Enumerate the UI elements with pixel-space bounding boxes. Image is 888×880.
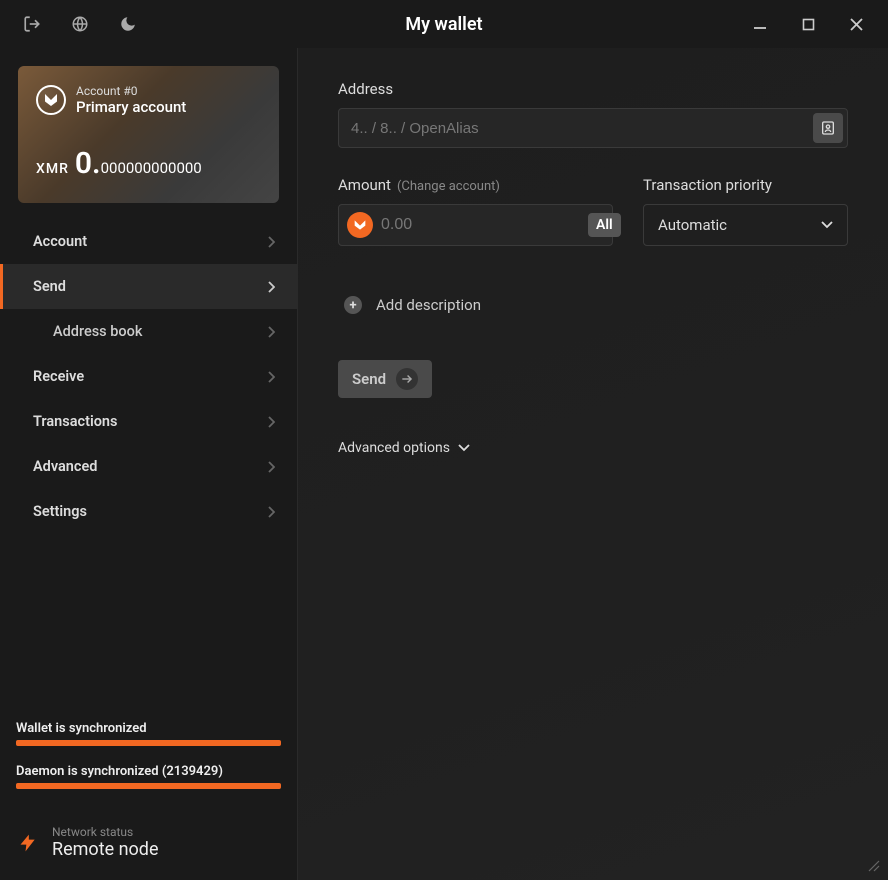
network-status[interactable]: Network status Remote node [0, 815, 297, 880]
network-status-value: Remote node [52, 839, 159, 860]
amount-input[interactable] [381, 216, 588, 234]
chevron-right-icon [267, 281, 275, 293]
chevron-right-icon [267, 461, 275, 473]
logout-icon[interactable] [8, 0, 56, 48]
account-card[interactable]: Account #0 Primary account XMR 0.0000000… [18, 66, 279, 203]
send-panel: Address Amount (Change account) All [298, 48, 888, 880]
chevron-right-icon [267, 326, 275, 338]
chevron-down-icon [458, 444, 470, 452]
nav-account[interactable]: Account [0, 219, 297, 264]
amount-all-button[interactable]: All [588, 213, 621, 237]
window-title: My wallet [152, 14, 736, 35]
chevron-right-icon [267, 236, 275, 248]
plus-icon: + [344, 296, 362, 314]
address-input-wrap [338, 108, 848, 148]
chevron-right-icon [267, 371, 275, 383]
nav-settings[interactable]: Settings [0, 489, 297, 534]
account-balance: XMR 0.000000000000 [36, 146, 261, 181]
sync-status: Wallet is synchronized Daemon is synchro… [0, 721, 297, 815]
advanced-options-toggle[interactable]: Advanced options [338, 440, 848, 456]
chevron-right-icon [267, 416, 275, 428]
nav-send[interactable]: Send [0, 264, 297, 309]
globe-icon[interactable] [56, 0, 104, 48]
sidebar: Account #0 Primary account XMR 0.0000000… [0, 48, 298, 880]
wallet-sync-bar [16, 740, 281, 746]
nav: Account Send Address book Receive Transa… [0, 219, 297, 534]
monero-logo-icon [36, 85, 66, 115]
priority-label: Transaction priority [643, 176, 848, 194]
theme-toggle-icon[interactable] [104, 0, 152, 48]
minimize-button[interactable] [736, 6, 784, 42]
nav-transactions[interactable]: Transactions [0, 399, 297, 444]
nav-receive[interactable]: Receive [0, 354, 297, 399]
amount-input-wrap: All [338, 204, 613, 246]
arrow-right-icon [396, 368, 418, 390]
address-book-button[interactable] [813, 113, 843, 143]
change-account-link[interactable]: (Change account) [397, 179, 500, 194]
nav-address-book[interactable]: Address book [0, 309, 297, 354]
address-label: Address [338, 80, 848, 98]
priority-select[interactable]: Automatic [643, 204, 848, 246]
title-bar: My wallet [0, 0, 888, 48]
chevron-right-icon [267, 506, 275, 518]
wallet-sync-label: Wallet is synchronized [16, 721, 281, 736]
daemon-sync-bar [16, 783, 281, 789]
send-button[interactable]: Send [338, 360, 432, 398]
chevron-down-icon [821, 221, 833, 229]
close-button[interactable] [832, 6, 880, 42]
account-number: Account #0 [76, 84, 186, 98]
add-description-button[interactable]: + Add description [338, 296, 848, 314]
resize-grip-icon[interactable] [866, 858, 880, 872]
address-input[interactable] [351, 120, 813, 137]
bolt-icon [18, 829, 38, 857]
daemon-sync-label: Daemon is synchronized (2139429) [16, 764, 281, 779]
network-status-label: Network status [52, 825, 159, 839]
maximize-button[interactable] [784, 6, 832, 42]
amount-label: Amount [338, 176, 391, 194]
monero-icon [347, 212, 373, 238]
nav-advanced[interactable]: Advanced [0, 444, 297, 489]
account-name: Primary account [76, 98, 186, 116]
